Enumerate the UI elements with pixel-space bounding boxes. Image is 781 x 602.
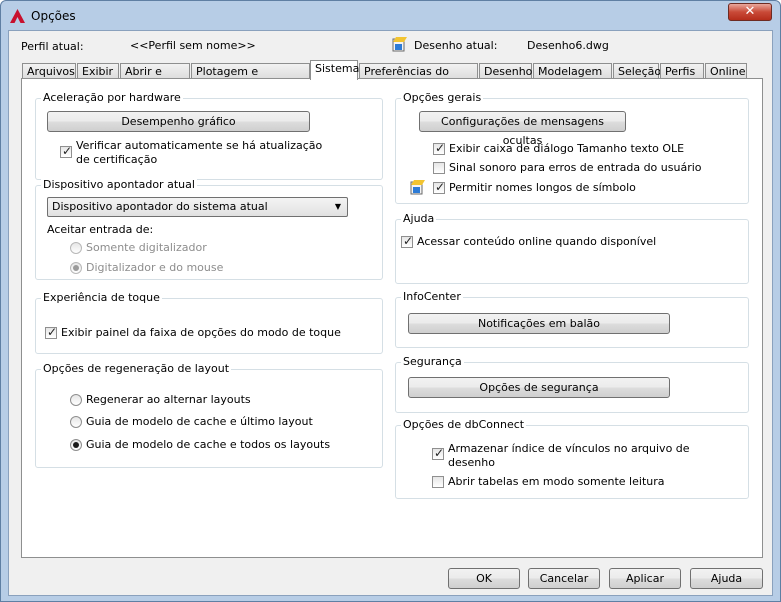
pointing-device-value: Dispositivo apontador do sistema atual xyxy=(52,200,268,213)
tab-exibir[interactable]: Exibir xyxy=(77,63,119,79)
touch-group: Experiência de toque Exibir painel da fa… xyxy=(35,291,383,354)
radio-cache-last[interactable] xyxy=(70,416,82,428)
tab-modelagem-3d[interactable]: Modelagem 3D xyxy=(533,63,612,93)
readonly-tables-checkbox[interactable] xyxy=(432,476,444,488)
radio-cache-all[interactable] xyxy=(70,439,82,451)
tab-sistema[interactable]: Sistema xyxy=(310,60,359,80)
tab-arquivos[interactable]: Arquivos xyxy=(22,63,76,79)
security-options-button[interactable]: Opções de segurança xyxy=(408,377,670,398)
drawing-label: Desenho atual: xyxy=(414,39,498,52)
drawing-file-icon xyxy=(410,180,425,195)
accept-input-label: Aceitar entrada de: xyxy=(47,223,154,236)
store-link-index-checkbox[interactable] xyxy=(432,446,444,460)
help-group: Ajuda Acessar conteúdo online quando dis… xyxy=(395,212,749,284)
touch-ribbon-label: Exibir painel da faixa de opções do modo… xyxy=(61,326,341,339)
radio-cache-all-label: Guia de modelo de cache e todos os layou… xyxy=(86,438,331,451)
tab-plotagem[interactable]: Plotagem e Publicação xyxy=(191,63,310,93)
dbconnect-group: Opções de dbConnect Armazenar índice de … xyxy=(395,418,749,499)
ok-button[interactable]: OK xyxy=(448,568,520,589)
touch-ribbon-checkbox[interactable] xyxy=(45,325,57,339)
tab-abrir-salvar[interactable]: Abrir e salvar xyxy=(120,63,190,93)
radio-regen-switch-label: Regenerar ao alternar layouts xyxy=(86,393,251,406)
hardware-group-title: Aceleração por hardware xyxy=(41,91,183,104)
infocenter-group-title: InfoCenter xyxy=(401,290,463,303)
radio-cache-last-label: Guia de modelo de cache e último layout xyxy=(86,415,313,428)
help-group-title: Ajuda xyxy=(401,212,437,225)
tab-selecao[interactable]: Seleção xyxy=(613,63,661,79)
regen-group-title: Opções de regeneração de layout xyxy=(41,362,232,375)
window-title: Opções xyxy=(31,9,76,23)
hidden-messages-button[interactable]: Configurações de mensagens ocultas xyxy=(419,111,626,147)
cert-update-checkbox[interactable] xyxy=(60,144,72,158)
help-button[interactable]: Ajuda xyxy=(690,568,763,589)
profile-label: Perfil atual: xyxy=(21,40,84,53)
radio-digitizer-only-label: Somente digitalizador xyxy=(86,241,207,254)
drawing-value: Desenho6.dwg xyxy=(527,39,609,52)
radio-digitizer-mouse-label: Digitalizador e do mouse xyxy=(86,261,224,274)
cancel-button[interactable]: Cancelar xyxy=(528,568,600,589)
ole-text-checkbox[interactable] xyxy=(433,141,445,155)
beep-label: Sinal sonoro para erros de entrada do us… xyxy=(449,161,702,174)
online-content-label: Acessar conteúdo online quando disponíve… xyxy=(417,235,657,248)
store-link-index-label-line1: Armazenar índice de vínculos no arquivo … xyxy=(448,442,690,455)
drawing-file-icon xyxy=(392,37,407,52)
graphics-performance-button[interactable]: Desempenho gráfico xyxy=(47,111,310,132)
readonly-tables-label: Abrir tabelas em modo somente leitura xyxy=(448,475,665,488)
radio-digitizer-only[interactable] xyxy=(70,242,82,254)
title-bar[interactable]: Opções ✕ xyxy=(1,1,780,31)
online-content-checkbox[interactable] xyxy=(401,234,413,248)
long-symbol-names-checkbox[interactable] xyxy=(433,180,445,194)
ole-text-label: Exibir caixa de diálogo Tamanho texto OL… xyxy=(449,142,685,155)
infocenter-group: InfoCenter Notificações em balão xyxy=(395,290,749,348)
pointing-group: Dispositivo apontador atual Dispositivo … xyxy=(35,178,383,280)
pointing-device-select[interactable]: Dispositivo apontador do sistema atual ▼ xyxy=(47,197,348,217)
balloon-notifications-button[interactable]: Notificações em balão xyxy=(408,313,670,334)
sistema-panel: Aceleração por hardware Desempenho gráfi… xyxy=(21,78,763,558)
radio-digitizer-mouse[interactable] xyxy=(70,262,82,274)
store-link-index-label-line2: desenho xyxy=(448,456,495,469)
general-group: Opções gerais Configurações de mensagens… xyxy=(395,91,749,204)
security-group: Segurança Opções de segurança xyxy=(395,355,749,413)
tab-online[interactable]: Online xyxy=(705,63,747,79)
options-dialog: Opções ✕ Perfil atual: <<Perfil sem nome… xyxy=(0,0,781,602)
apply-button[interactable]: Aplicar xyxy=(609,568,681,589)
tab-preferencias[interactable]: Preferências do usuário xyxy=(359,63,478,93)
hardware-group: Aceleração por hardware Desempenho gráfi… xyxy=(35,91,383,180)
beep-checkbox[interactable] xyxy=(433,162,445,174)
profile-value: <<Perfil sem nome>> xyxy=(130,39,256,52)
cert-update-label-line1: Verificar automaticamente se há atualiza… xyxy=(76,139,323,152)
pointing-group-title: Dispositivo apontador atual xyxy=(41,178,197,191)
dialog-client: Perfil atual: <<Perfil sem nome>> Desenh… xyxy=(8,30,773,596)
security-group-title: Segurança xyxy=(401,355,464,368)
touch-group-title: Experiência de toque xyxy=(41,291,162,304)
tab-desenho[interactable]: Desenho xyxy=(479,63,532,79)
close-button[interactable]: ✕ xyxy=(728,3,772,21)
autocad-logo-icon xyxy=(10,9,25,23)
regen-group: Opções de regeneração de layout Regenera… xyxy=(35,362,383,468)
long-symbol-names-label: Permitir nomes longos de símbolo xyxy=(449,181,636,194)
general-group-title: Opções gerais xyxy=(401,91,484,104)
tab-perfis[interactable]: Perfis xyxy=(660,63,704,79)
dbconnect-group-title: Opções de dbConnect xyxy=(401,418,527,431)
chevron-down-icon: ▼ xyxy=(334,202,341,211)
radio-regen-switch[interactable] xyxy=(70,394,82,406)
cert-update-label-line2: de certificação xyxy=(76,153,158,166)
